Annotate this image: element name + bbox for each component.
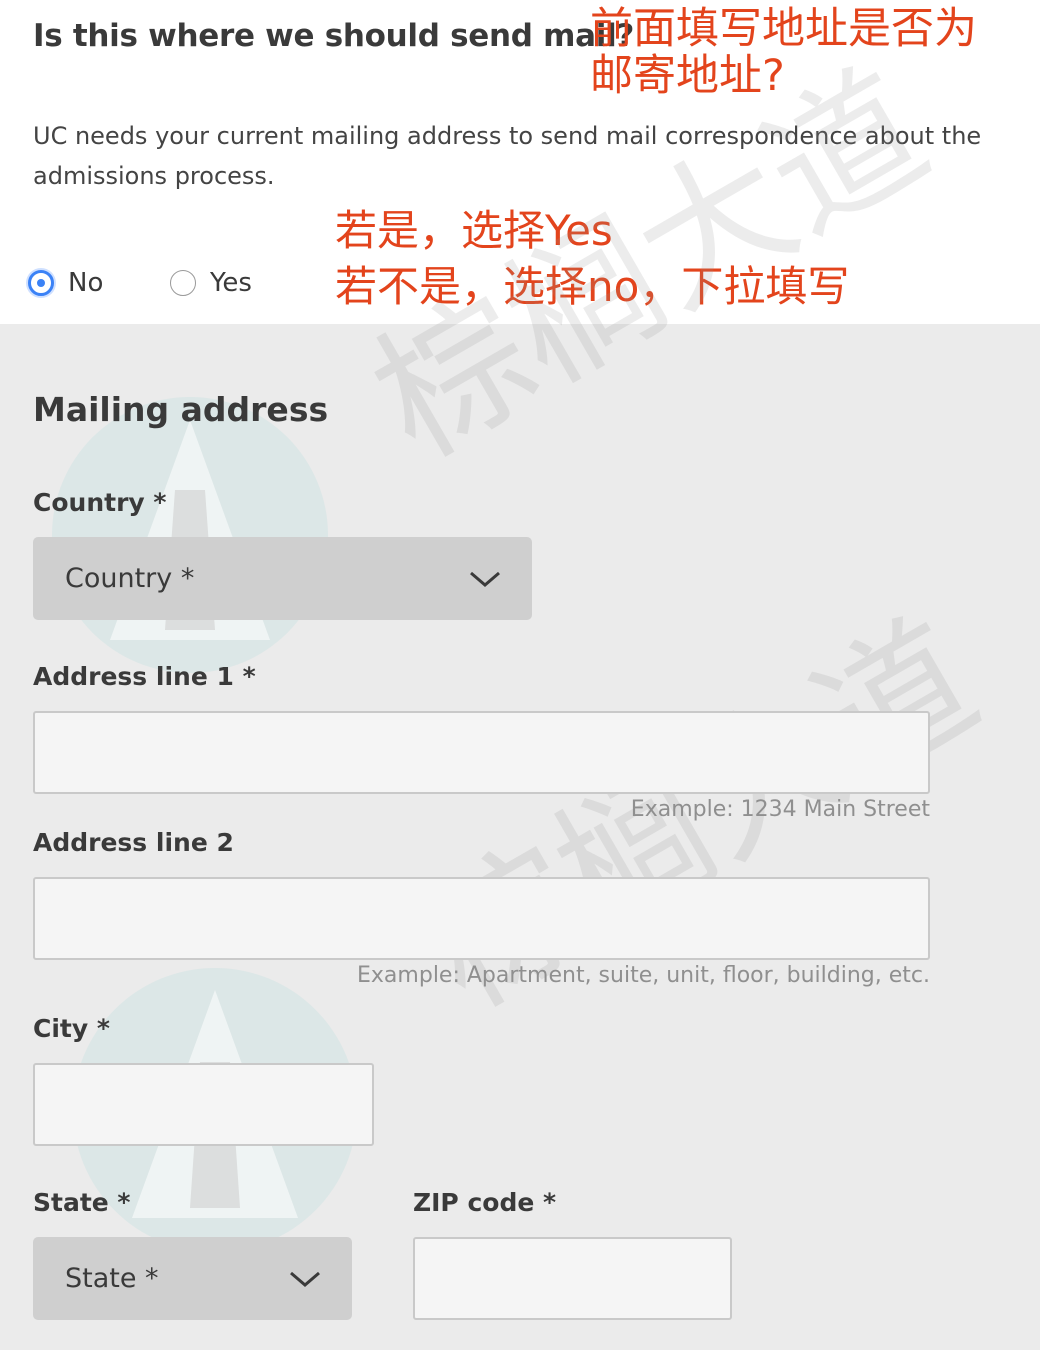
- state-select[interactable]: State *: [33, 1237, 352, 1320]
- zip-code-label: ZIP code *: [413, 1188, 557, 1217]
- radio-yes[interactable]: Yes: [170, 268, 252, 298]
- address-line-2-label: Address line 2: [33, 828, 234, 857]
- annotation-note-top: 前面填写地址是否为 邮寄地址?: [590, 6, 977, 100]
- annotation-line: 前面填写地址是否为: [590, 4, 977, 54]
- radio-no[interactable]: No: [28, 268, 103, 298]
- country-select-value: Country *: [65, 563, 195, 594]
- radio-yes-label: Yes: [210, 268, 252, 298]
- address-line-1-field[interactable]: [33, 711, 930, 794]
- question-title: Is this where we should send mail?: [33, 18, 635, 54]
- city-field[interactable]: [33, 1063, 374, 1146]
- zip-code-field[interactable]: [413, 1237, 732, 1320]
- annotation-line: 若是，选择Yes: [335, 206, 613, 255]
- chevron-down-icon: [470, 571, 500, 587]
- country-select[interactable]: Country *: [33, 537, 532, 620]
- radio-selected-icon[interactable]: [28, 270, 54, 296]
- annotation-note-middle: 若是，选择Yes 若不是，选择no，下拉填写: [335, 203, 849, 315]
- radio-unselected-icon[interactable]: [170, 270, 196, 296]
- state-select-value: State *: [65, 1263, 159, 1294]
- chevron-down-icon: [290, 1271, 320, 1287]
- country-label: Country *: [33, 488, 167, 517]
- city-label: City *: [33, 1014, 110, 1043]
- annotation-line: 若不是，选择no，下拉填写: [335, 262, 850, 311]
- section-title-mailing-address: Mailing address: [33, 390, 329, 429]
- address-line-1-hint: Example: 1234 Main Street: [630, 797, 930, 822]
- address-line-1-label: Address line 1 *: [33, 662, 256, 691]
- address-line-2-field[interactable]: [33, 877, 930, 960]
- radio-no-label: No: [68, 268, 104, 298]
- question-description: UC needs your current mailing address to…: [33, 122, 982, 190]
- annotation-line: 邮寄地址?: [590, 51, 785, 101]
- state-label: State *: [33, 1188, 131, 1217]
- address-line-2-hint: Example: Apartment, suite, unit, floor, …: [357, 963, 930, 988]
